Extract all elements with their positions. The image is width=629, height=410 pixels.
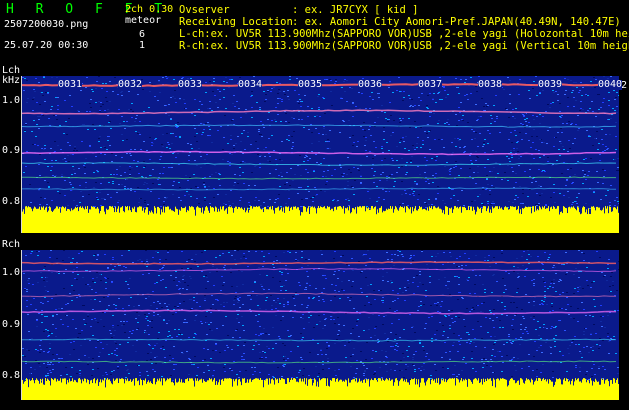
rch-axis-label: Rch: [2, 239, 21, 250]
rch-receiver-info: R-ch:ex. UV5R 113.900Mhz(SAPPORO VOR)USB…: [179, 40, 629, 52]
lch-tick-1-0: 1.0: [2, 95, 21, 106]
rch-spectrogram-canvas: [22, 250, 619, 400]
time-mark-0039: 0039: [538, 79, 563, 90]
time-mark-0033: 0033: [178, 79, 203, 90]
lch-receiver-info: L-ch:ex. UV5R 113.900Mhz(SAPPORO VOR)USB…: [179, 28, 629, 40]
lch-spectrogram-canvas: [22, 76, 619, 233]
frequency-unit-label: kHz: [2, 75, 21, 86]
observer-label: Ovserver: [179, 4, 230, 16]
location-label: Receiving Location: [179, 16, 293, 28]
rch-left-axis-line: [21, 250, 22, 400]
mode-label: 2ch 0.30: [125, 4, 174, 15]
lch-spectrogram: [22, 76, 619, 233]
observer-value: : ex. JR7CYX [ kid ]: [292, 4, 419, 16]
timestamp: 25.07.20 00:30: [4, 40, 89, 51]
rch-tick-0-9: 0.9: [2, 319, 21, 330]
meteor-count-lch: 6: [139, 29, 146, 40]
time-mark-0036: 0036: [358, 79, 383, 90]
lch-tick-0-9: 0.9: [2, 145, 21, 156]
location-value: : ex. Aomori City Aomori-Pref.JAPAN(40.4…: [292, 16, 621, 28]
rch-tick-0-8: 0.8: [2, 370, 21, 381]
time-mark-0037: 0037: [418, 79, 443, 90]
spectrogram-background: [22, 250, 619, 400]
meteor-count-rch: 1: [139, 40, 146, 51]
lch-tick-0-8: 0.8: [2, 196, 21, 207]
amplitude-trace: [22, 206, 619, 233]
meteor-label: meteor: [125, 15, 162, 26]
time-mark-0032: 0032: [118, 79, 143, 90]
time-mark-0040: 0040: [598, 79, 623, 90]
rch-spectrogram: [22, 250, 619, 400]
rch-tick-1-0: 1.0: [2, 267, 21, 278]
time-mark-0034: 0034: [238, 79, 263, 90]
time-mark-0035: 0035: [298, 79, 323, 90]
time-mark-0038: 0038: [478, 79, 503, 90]
hrofft-screen: H R O F F T 2ch 0.30 2507200030.png mete…: [0, 0, 629, 410]
lch-left-axis-line: [21, 76, 22, 233]
file-name: 2507200030.png: [4, 19, 89, 30]
time-mark-0031: 0031: [58, 79, 83, 90]
